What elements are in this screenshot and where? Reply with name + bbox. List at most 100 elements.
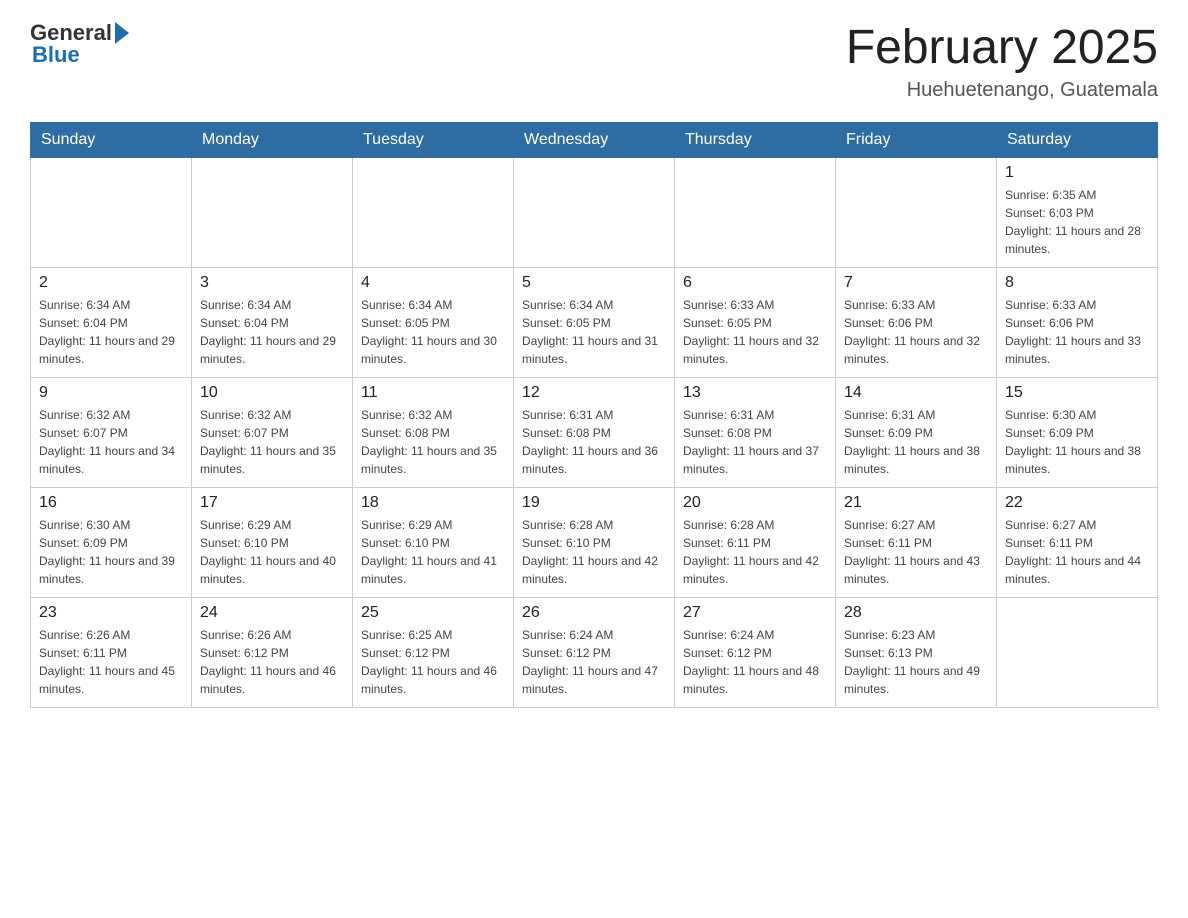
day-number: 26 (522, 604, 666, 622)
day-info: Sunrise: 6:26 AM Sunset: 6:11 PM Dayligh… (39, 626, 183, 698)
calendar-cell: 12 Sunrise: 6:31 AM Sunset: 6:08 PM Dayli… (514, 378, 675, 488)
day-number: 20 (683, 494, 827, 512)
day-info: Sunrise: 6:34 AM Sunset: 6:04 PM Dayligh… (200, 296, 344, 368)
calendar-cell (514, 158, 675, 268)
day-info: Sunrise: 6:23 AM Sunset: 6:13 PM Dayligh… (844, 626, 988, 698)
calendar-cell (836, 158, 997, 268)
page-header: General Blue February 2025 Huehuetenango… (30, 20, 1158, 102)
day-number: 25 (361, 604, 505, 622)
day-info: Sunrise: 6:31 AM Sunset: 6:08 PM Dayligh… (683, 406, 827, 478)
day-number: 19 (522, 494, 666, 512)
weekday-header-saturday: Saturday (997, 123, 1158, 158)
day-info: Sunrise: 6:29 AM Sunset: 6:10 PM Dayligh… (361, 516, 505, 588)
weekday-header-sunday: Sunday (31, 123, 192, 158)
day-number: 21 (844, 494, 988, 512)
day-info: Sunrise: 6:35 AM Sunset: 6:03 PM Dayligh… (1005, 186, 1149, 258)
calendar-cell (997, 598, 1158, 708)
weekday-header-wednesday: Wednesday (514, 123, 675, 158)
calendar-cell: 20 Sunrise: 6:28 AM Sunset: 6:11 PM Dayli… (675, 488, 836, 598)
calendar-cell: 21Sunrise: 6:27 AM Sunset: 6:11 PM Dayli… (836, 488, 997, 598)
calendar-cell: 16 Sunrise: 6:30 AM Sunset: 6:09 PM Dayli… (31, 488, 192, 598)
calendar-cell: 26 Sunrise: 6:24 AM Sunset: 6:12 PM Dayli… (514, 598, 675, 708)
week-row-1: 1 Sunrise: 6:35 AM Sunset: 6:03 PM Daylig… (31, 158, 1158, 268)
day-number: 15 (1005, 384, 1149, 402)
weekday-header-row: SundayMondayTuesdayWednesdayThursdayFrid… (31, 123, 1158, 158)
location-subtitle: Huehuetenango, Guatemala (846, 79, 1158, 102)
calendar-cell: 24 Sunrise: 6:26 AM Sunset: 6:12 PM Dayli… (192, 598, 353, 708)
day-info: Sunrise: 6:24 AM Sunset: 6:12 PM Dayligh… (683, 626, 827, 698)
day-info: Sunrise: 6:34 AM Sunset: 6:05 PM Dayligh… (522, 296, 666, 368)
day-number: 24 (200, 604, 344, 622)
day-info: Sunrise: 6:34 AM Sunset: 6:05 PM Dayligh… (361, 296, 505, 368)
day-number: 7 (844, 274, 988, 292)
day-info: Sunrise: 6:33 AM Sunset: 6:05 PM Dayligh… (683, 296, 827, 368)
calendar-cell (353, 158, 514, 268)
month-title: February 2025 (846, 20, 1158, 75)
calendar-cell: 15 Sunrise: 6:30 AM Sunset: 6:09 PM Dayli… (997, 378, 1158, 488)
calendar-table: SundayMondayTuesdayWednesdayThursdayFrid… (30, 122, 1158, 708)
calendar-cell: 7 Sunrise: 6:33 AM Sunset: 6:06 PM Daylig… (836, 268, 997, 378)
day-number: 13 (683, 384, 827, 402)
calendar-cell: 19 Sunrise: 6:28 AM Sunset: 6:10 PM Dayli… (514, 488, 675, 598)
day-info: Sunrise: 6:34 AM Sunset: 6:04 PM Dayligh… (39, 296, 183, 368)
calendar-cell: 4 Sunrise: 6:34 AM Sunset: 6:05 PM Daylig… (353, 268, 514, 378)
calendar-cell: 23 Sunrise: 6:26 AM Sunset: 6:11 PM Dayli… (31, 598, 192, 708)
day-info: Sunrise: 6:27 AM Sunset: 6:11 PM Dayligh… (1005, 516, 1149, 588)
day-number: 28 (844, 604, 988, 622)
day-info: Sunrise: 6:30 AM Sunset: 6:09 PM Dayligh… (1005, 406, 1149, 478)
logo: General Blue (30, 20, 129, 68)
day-info: Sunrise: 6:29 AM Sunset: 6:10 PM Dayligh… (200, 516, 344, 588)
calendar-cell: 28 Sunrise: 6:23 AM Sunset: 6:13 PM Dayli… (836, 598, 997, 708)
day-info: Sunrise: 6:32 AM Sunset: 6:08 PM Dayligh… (361, 406, 505, 478)
calendar-cell: 18 Sunrise: 6:29 AM Sunset: 6:10 PM Dayli… (353, 488, 514, 598)
day-number: 10 (200, 384, 344, 402)
calendar-cell: 5 Sunrise: 6:34 AM Sunset: 6:05 PM Daylig… (514, 268, 675, 378)
calendar-cell: 27 Sunrise: 6:24 AM Sunset: 6:12 PM Dayli… (675, 598, 836, 708)
weekday-header-monday: Monday (192, 123, 353, 158)
day-info: Sunrise: 6:28 AM Sunset: 6:11 PM Dayligh… (683, 516, 827, 588)
calendar-cell: 2 Sunrise: 6:34 AM Sunset: 6:04 PM Daylig… (31, 268, 192, 378)
calendar-cell (192, 158, 353, 268)
calendar-cell: 14Sunrise: 6:31 AM Sunset: 6:09 PM Dayli… (836, 378, 997, 488)
day-number: 27 (683, 604, 827, 622)
day-number: 2 (39, 274, 183, 292)
day-number: 9 (39, 384, 183, 402)
day-number: 16 (39, 494, 183, 512)
week-row-2: 2 Sunrise: 6:34 AM Sunset: 6:04 PM Daylig… (31, 268, 1158, 378)
day-number: 1 (1005, 164, 1149, 182)
calendar-cell (31, 158, 192, 268)
day-number: 5 (522, 274, 666, 292)
day-info: Sunrise: 6:28 AM Sunset: 6:10 PM Dayligh… (522, 516, 666, 588)
calendar-cell: 1 Sunrise: 6:35 AM Sunset: 6:03 PM Daylig… (997, 158, 1158, 268)
day-info: Sunrise: 6:25 AM Sunset: 6:12 PM Dayligh… (361, 626, 505, 698)
week-row-5: 23 Sunrise: 6:26 AM Sunset: 6:11 PM Dayli… (31, 598, 1158, 708)
day-info: Sunrise: 6:30 AM Sunset: 6:09 PM Dayligh… (39, 516, 183, 588)
day-info: Sunrise: 6:31 AM Sunset: 6:08 PM Dayligh… (522, 406, 666, 478)
weekday-header-friday: Friday (836, 123, 997, 158)
day-number: 18 (361, 494, 505, 512)
day-number: 17 (200, 494, 344, 512)
day-info: Sunrise: 6:32 AM Sunset: 6:07 PM Dayligh… (39, 406, 183, 478)
day-number: 6 (683, 274, 827, 292)
day-info: Sunrise: 6:26 AM Sunset: 6:12 PM Dayligh… (200, 626, 344, 698)
day-number: 23 (39, 604, 183, 622)
week-row-4: 16 Sunrise: 6:30 AM Sunset: 6:09 PM Dayli… (31, 488, 1158, 598)
day-number: 4 (361, 274, 505, 292)
day-info: Sunrise: 6:33 AM Sunset: 6:06 PM Dayligh… (844, 296, 988, 368)
calendar-cell: 25 Sunrise: 6:25 AM Sunset: 6:12 PM Dayli… (353, 598, 514, 708)
calendar-cell: 3 Sunrise: 6:34 AM Sunset: 6:04 PM Daylig… (192, 268, 353, 378)
day-info: Sunrise: 6:24 AM Sunset: 6:12 PM Dayligh… (522, 626, 666, 698)
week-row-3: 9 Sunrise: 6:32 AM Sunset: 6:07 PM Daylig… (31, 378, 1158, 488)
calendar-cell (675, 158, 836, 268)
calendar-cell: 17 Sunrise: 6:29 AM Sunset: 6:10 PM Dayli… (192, 488, 353, 598)
day-number: 11 (361, 384, 505, 402)
day-number: 3 (200, 274, 344, 292)
logo-blue-text: Blue (30, 42, 129, 68)
day-number: 8 (1005, 274, 1149, 292)
weekday-header-tuesday: Tuesday (353, 123, 514, 158)
day-info: Sunrise: 6:32 AM Sunset: 6:07 PM Dayligh… (200, 406, 344, 478)
calendar-cell: 11 Sunrise: 6:32 AM Sunset: 6:08 PM Dayli… (353, 378, 514, 488)
calendar-cell: 22 Sunrise: 6:27 AM Sunset: 6:11 PM Dayli… (997, 488, 1158, 598)
day-number: 12 (522, 384, 666, 402)
day-number: 22 (1005, 494, 1149, 512)
